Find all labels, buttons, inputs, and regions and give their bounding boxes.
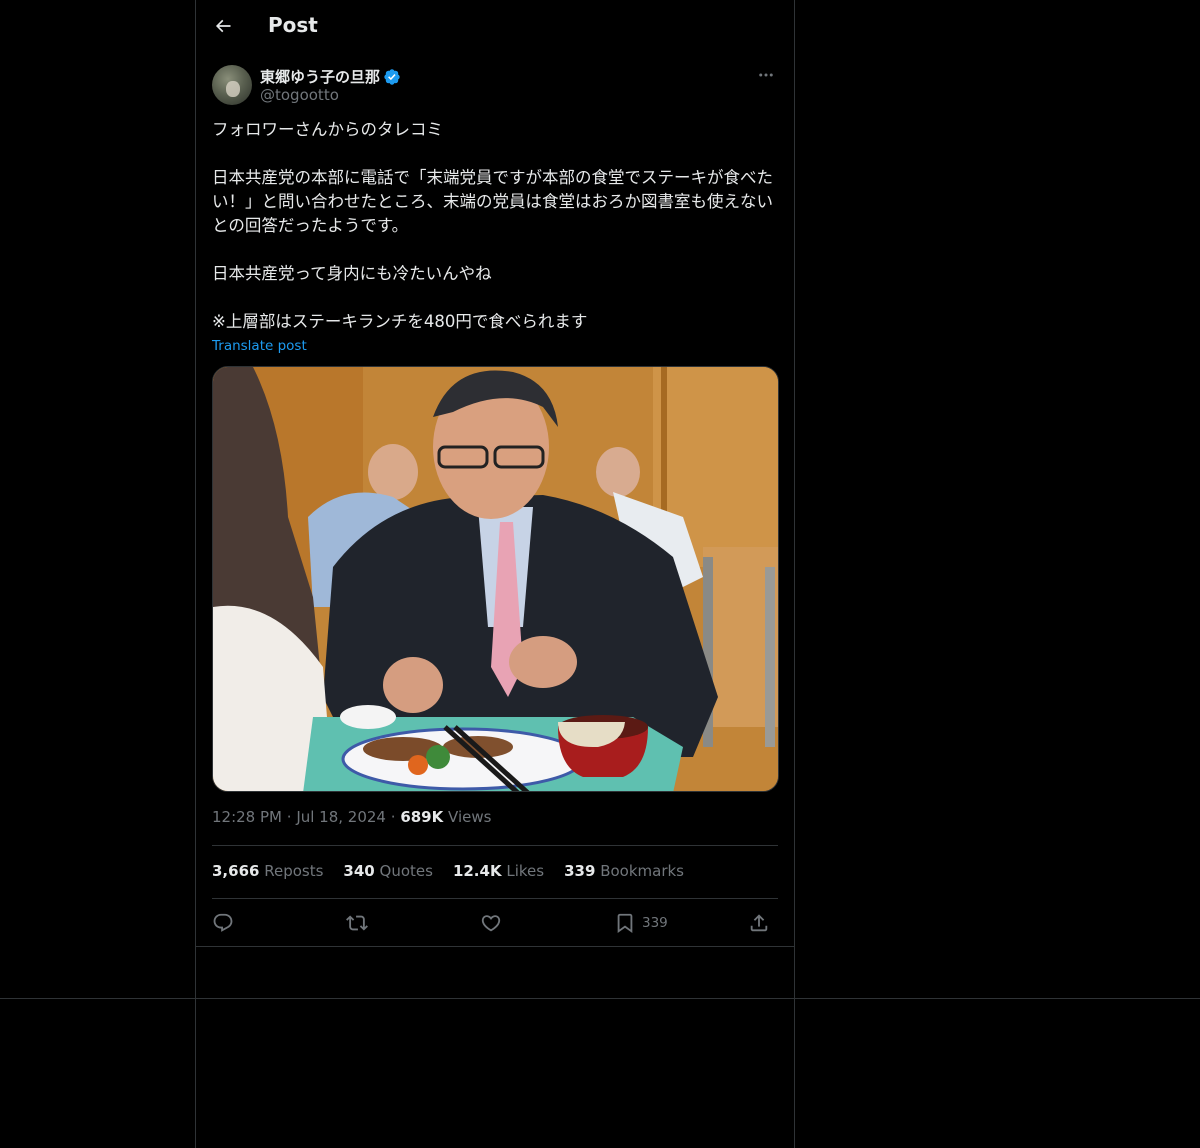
action-bar: 339 (212, 908, 778, 938)
reply-icon (213, 913, 233, 932)
translate-post-link[interactable]: Translate post (212, 338, 307, 354)
bookmark-button[interactable]: 339 (614, 908, 668, 938)
repost-icon (346, 915, 368, 931)
avatar[interactable] (212, 65, 252, 105)
quotes-stat[interactable]: 340 Quotes (343, 862, 433, 880)
author-display-name[interactable]: 東郷ゆう子の旦那 (260, 66, 380, 87)
post-author: 東郷ゆう子の旦那 @togootto (212, 64, 778, 108)
post-meta: 12:28 PM · Jul 18, 2024 · 689K Views (212, 808, 492, 826)
likes-count: 12.4K (452, 862, 502, 880)
share-icon (750, 914, 768, 932)
back-button[interactable] (206, 9, 240, 43)
post-text: フォロワーさんからのタレコミ 日本共産党の本部に電話で「末端党員ですが本部の食堂… (212, 118, 778, 334)
primary-column: Post 東郷ゆう子の旦那 @togootto フォロワーさんからのタレコミ 日… (195, 0, 795, 1148)
author-handle[interactable]: @togootto (260, 86, 339, 104)
page-title: Post (268, 13, 318, 37)
more-button[interactable] (754, 64, 778, 86)
bookmark-icon (617, 913, 633, 934)
verified-badge-icon (384, 68, 400, 85)
page-header: Post (196, 0, 794, 53)
author-name-row[interactable]: 東郷ゆう子の旦那 (260, 66, 401, 87)
post-line: 日本共産党って身内にも冷たいんやね (212, 264, 492, 283)
views-label: Views (448, 808, 492, 826)
quotes-label: Quotes (379, 862, 433, 880)
arrow-left-icon (215, 19, 231, 33)
post-date[interactable]: Jul 18, 2024 (296, 808, 386, 826)
share-button[interactable] (748, 908, 770, 938)
more-dots-icon (759, 73, 773, 77)
photo-illustration (213, 367, 778, 791)
views-count: 689K (400, 808, 444, 826)
bookmarks-stat[interactable]: 339 Bookmarks (564, 862, 684, 880)
repost-button[interactable] (346, 908, 368, 938)
post-line: 日本共産党の本部に電話で「末端党員ですが本部の食堂でステーキが食べたい！」と問い… (212, 168, 773, 235)
bookmarks-label: Bookmarks (600, 862, 684, 880)
post-bottom-divider (196, 946, 794, 947)
reposts-count: 3,666 (212, 862, 260, 880)
bookmarks-count: 339 (564, 862, 596, 880)
divider (212, 898, 778, 899)
reposts-stat[interactable]: 3,666 Reposts (212, 862, 323, 880)
like-button[interactable] (480, 908, 502, 938)
heart-icon (481, 915, 501, 932)
bookmark-count: 339 (642, 915, 668, 931)
post-line: ※上層部はステーキランチを480円で食べられます (212, 312, 588, 331)
reply-button[interactable] (212, 908, 234, 938)
post-photo[interactable] (212, 366, 779, 792)
post-line: フォロワーさんからのタレコミ (212, 120, 443, 139)
likes-stat[interactable]: 12.4K Likes (453, 862, 544, 880)
post-stats: 3,666 Reposts 340 Quotes 12.4K Likes 339… (212, 862, 684, 880)
reposts-label: Reposts (264, 862, 324, 880)
likes-label: Likes (506, 862, 545, 880)
post-time[interactable]: 12:28 PM (212, 808, 282, 826)
divider (212, 845, 778, 846)
quotes-count: 340 (343, 862, 375, 880)
